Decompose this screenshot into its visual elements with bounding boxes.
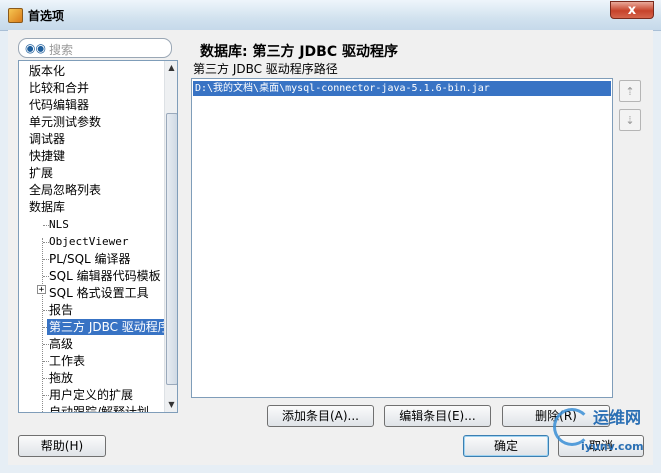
tree-item[interactable]: 单元测试参数 [29,114,101,130]
window-title: 首选项 [28,9,65,23]
tree-guide-line [42,238,43,412]
search-placeholder: 搜索 [49,43,74,57]
app-icon [8,8,23,23]
search-field[interactable]: ◉◉ 搜索 [18,38,172,58]
driver-path-list[interactable]: D:\我的文档\桌面\mysql-connector-java-5.1.6-bi… [191,78,613,398]
watermark-logo: 运维网 iyunv.com [553,398,649,462]
preferences-tree[interactable]: 版本化 比较和合并 代码编辑器 单元测试参数 调试器 快捷键 扩展 全局忽略列表… [18,60,178,413]
binoculars-icon: ◉◉ [25,41,46,55]
tree-item[interactable]: 用户定义的扩展 [49,387,133,403]
expand-icon[interactable]: + [37,285,46,295]
tree-item[interactable]: 代码编辑器 [29,97,89,113]
tree-item[interactable]: SQL 编辑器代码模板 [49,268,161,284]
page-title: 数据库: 第三方 JDBC 驱动程序 [200,44,398,60]
watermark-en: iyunv.com [581,440,644,453]
scroll-up-icon[interactable]: ▲ [165,61,177,75]
tree-item-jdbc-drivers[interactable]: 第三方 JDBC 驱动程序 [47,319,172,335]
add-entry-button[interactable]: 添加条目(A)... [267,405,374,427]
watermark-cn: 运维网 [593,408,642,427]
tree-item[interactable]: 拖放 [49,370,73,386]
tree-connector [43,412,49,413]
close-button[interactable]: x [610,1,654,19]
tree-item[interactable]: PL/SQL 编译器 [49,251,131,267]
help-button[interactable]: 帮助(H) [18,435,106,457]
move-up-button[interactable]: ⇡ [619,80,641,102]
move-down-button[interactable]: ⇣ [619,109,641,131]
tree-item[interactable]: 调试器 [29,131,65,147]
tree-item[interactable]: NLS [49,217,69,233]
tree-item[interactable]: ObjectViewer [49,234,128,250]
tree-item-database[interactable]: 数据库 [29,199,65,215]
tree-item[interactable]: 比较和合并 [29,80,89,96]
tree-item[interactable]: 快捷键 [29,148,65,164]
tree-item[interactable]: 工作表 [49,353,85,369]
tree-item[interactable]: 全局忽略列表 [29,182,101,198]
driver-path-label: 第三方 JDBC 驱动程序路径 [193,62,338,76]
edit-entry-button[interactable]: 编辑条目(E)... [384,405,491,427]
tree-item[interactable]: 版本化 [29,63,65,79]
scroll-down-icon[interactable]: ▼ [165,398,177,412]
ok-button[interactable]: 确定 [463,435,549,457]
tree-item[interactable]: 高级 [49,336,73,352]
tree-scrollbar[interactable]: ▲ ▼ [164,61,177,412]
tree-item[interactable]: SQL 格式设置工具 [49,285,149,301]
title-bar[interactable]: 首选项 x [0,0,661,31]
tree-item[interactable]: 报告 [49,302,73,318]
list-item[interactable]: D:\我的文档\桌面\mysql-connector-java-5.1.6-bi… [193,81,611,96]
preferences-window: 首选项 x ◉◉ 搜索 版本化 比较和合并 代码编辑器 单元测试参数 调试器 快… [0,0,661,473]
tree-item[interactable]: 扩展 [29,165,53,181]
scroll-thumb[interactable] [166,113,177,385]
tree-item[interactable]: 自动跟踪/解释计划 [49,404,149,412]
